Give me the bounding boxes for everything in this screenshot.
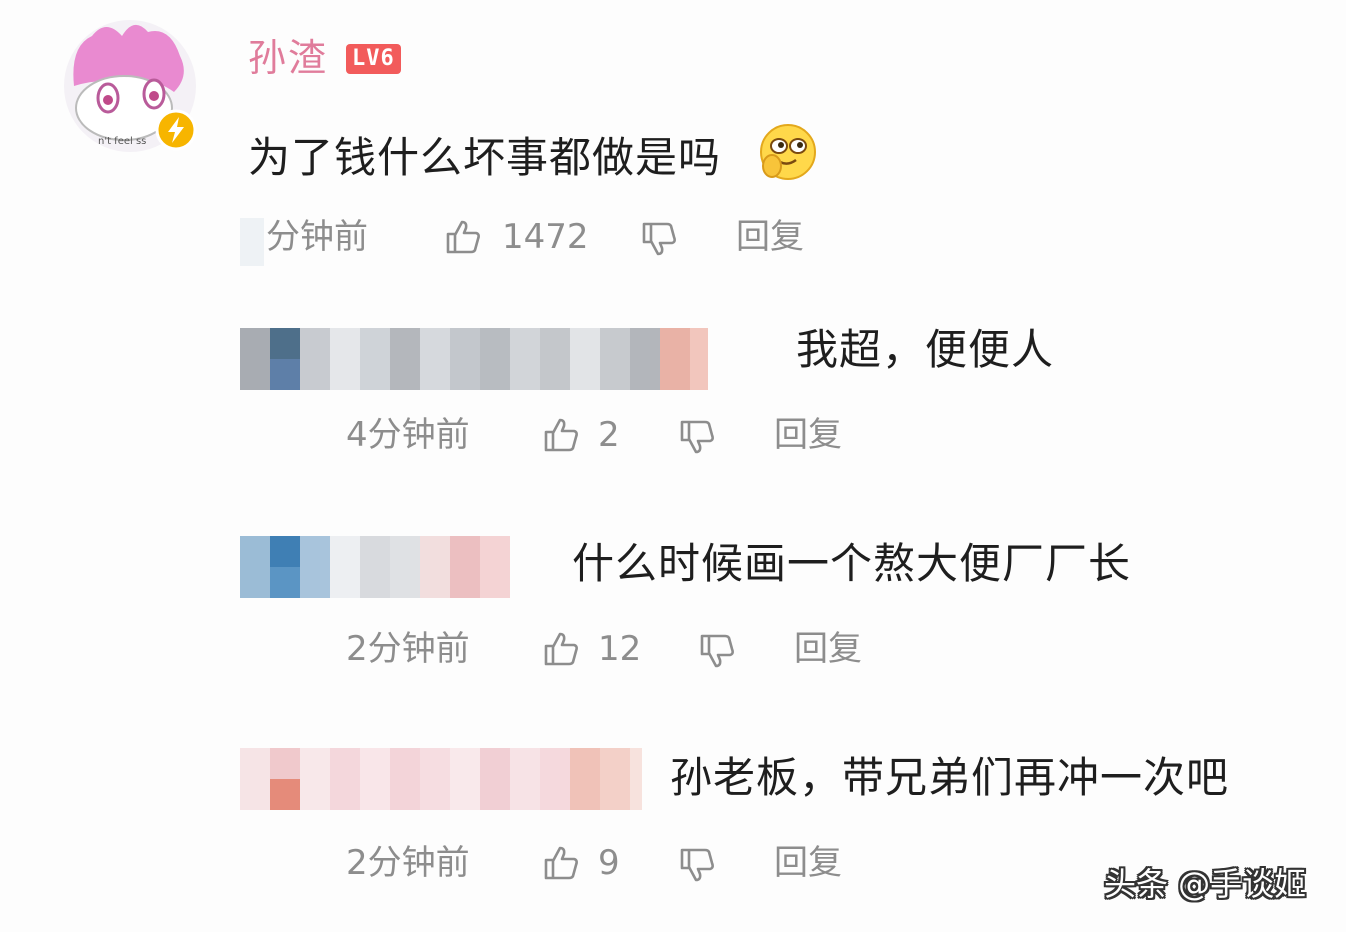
reply-button[interactable]: 回复 [794, 626, 862, 672]
reply-text: 什么时候画一个熬大便厂厂长 [572, 539, 1132, 588]
thumbs-down-icon[interactable] [676, 844, 718, 886]
comment-time: 分钟前 [266, 217, 368, 257]
blurred-username [240, 536, 510, 598]
reply-time: 2分钟前 [346, 843, 470, 883]
blurred-username [240, 328, 708, 390]
like-count: 1472 [502, 217, 589, 257]
thumbs-up-icon[interactable] [540, 414, 582, 456]
like-count: 9 [598, 843, 620, 883]
like-count: 2 [598, 415, 620, 455]
reply-text: 孙老板，带兄弟们再冲一次吧 [670, 753, 1230, 802]
blurred-username [240, 748, 642, 810]
reply-meta: 2分钟前 12 回复 [346, 626, 906, 676]
thumbs-down-icon[interactable] [638, 218, 680, 260]
thumbs-down-icon[interactable] [696, 630, 738, 672]
reply-meta: 4分钟前 2 回复 [346, 412, 906, 462]
reply-meta: 2分钟前 9 回复 [346, 840, 906, 890]
like-count: 12 [598, 629, 642, 669]
reply-time: 2分钟前 [346, 629, 470, 669]
reply-button[interactable]: 回复 [774, 840, 842, 886]
reply-button[interactable]: 回复 [774, 412, 842, 458]
comment-username[interactable]: 孙渣 [248, 32, 328, 84]
time-mask [240, 218, 264, 266]
level-badge: LV6 [346, 44, 401, 74]
reply-time: 4分钟前 [346, 415, 470, 455]
reply-text: 我超，便便人 [796, 325, 1055, 374]
thumbs-up-icon[interactable] [442, 216, 484, 258]
user-avatar[interactable]: n't feel ss [62, 16, 202, 156]
reply-button[interactable]: 回复 [736, 214, 804, 260]
comment-meta: 分钟前 1472 回复 [248, 214, 848, 264]
watermark: 头条 @手谈姬 [1104, 865, 1307, 903]
thumbs-down-icon[interactable] [676, 416, 718, 458]
lightning-badge-icon [155, 109, 197, 151]
comment-text: 为了钱什么坏事都做是吗 [248, 133, 722, 182]
comment-thread: n't feel ss 孙渣 LV6 为了钱什么坏事都做是吗 分钟前 1472 … [0, 0, 1346, 932]
svg-text:n't feel ss: n't feel ss [98, 136, 146, 147]
thumbs-up-icon[interactable] [540, 842, 582, 884]
smirk-emoji-icon [760, 124, 816, 180]
thumbs-up-icon[interactable] [540, 628, 582, 670]
